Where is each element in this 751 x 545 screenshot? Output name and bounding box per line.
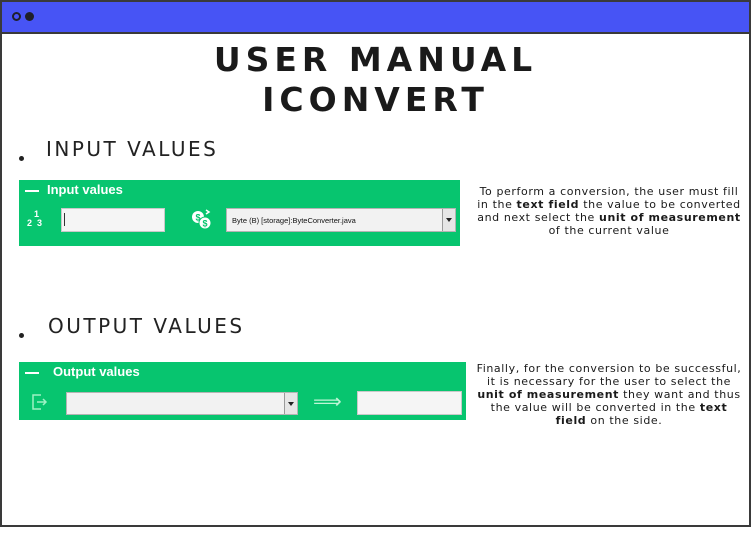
output-values-panel: Output values ⟹ <box>19 362 466 420</box>
chevron-down-icon <box>288 402 294 406</box>
input-description: To perform a conversion, the user must f… <box>474 185 744 237</box>
bullet-icon <box>19 333 24 338</box>
output-result-field[interactable] <box>357 391 462 415</box>
input-value-field[interactable] <box>61 208 165 232</box>
desc-text: of the current value <box>548 224 670 237</box>
convert-arrow-icon: ⟹ <box>313 389 342 413</box>
input-unit-select-value: Byte (B) [storage]:ByteConverter.java <box>232 216 356 225</box>
title-line-2: ICONVERT <box>262 80 489 119</box>
desc-bold: unit of measurement <box>599 211 741 224</box>
window-titlebar <box>2 2 749 34</box>
desc-bold: text field <box>516 198 580 211</box>
window-control-dot-filled[interactable] <box>25 12 34 21</box>
title-line-1: USER MANUAL <box>213 40 538 79</box>
page-title: USER MANUAL ICONVERT <box>0 40 751 120</box>
input-section-heading: INPUT VALUES <box>46 137 219 161</box>
dropdown-button[interactable] <box>442 209 455 231</box>
bullet-icon <box>19 156 24 161</box>
output-panel-legend: Output values <box>53 364 140 379</box>
desc-text: Finally, for the conversion to be succes… <box>476 362 742 388</box>
dropdown-button[interactable] <box>284 393 297 414</box>
chevron-down-icon <box>446 218 452 222</box>
desc-text: on the side. <box>586 414 663 427</box>
legend-line <box>25 372 39 374</box>
desc-bold: unit of measurement <box>477 388 620 401</box>
input-values-panel: Input values 1 2 3 $ $ Byte (B) [storage… <box>19 180 460 246</box>
output-unit-select[interactable] <box>66 392 298 415</box>
output-description: Finally, for the conversion to be succes… <box>474 362 744 427</box>
output-section-heading: OUTPUT VALUES <box>48 314 245 338</box>
legend-line <box>25 190 39 192</box>
text-caret <box>64 213 65 226</box>
exit-icon <box>32 394 48 410</box>
numbers-icon: 1 2 3 <box>27 209 43 228</box>
input-panel-legend: Input values <box>47 182 123 197</box>
window-control-dot-outline[interactable] <box>12 12 21 21</box>
input-unit-select[interactable]: Byte (B) [storage]:ByteConverter.java <box>226 208 456 232</box>
currency-convert-icon: $ $ <box>192 209 212 230</box>
svg-text:$: $ <box>202 219 207 229</box>
